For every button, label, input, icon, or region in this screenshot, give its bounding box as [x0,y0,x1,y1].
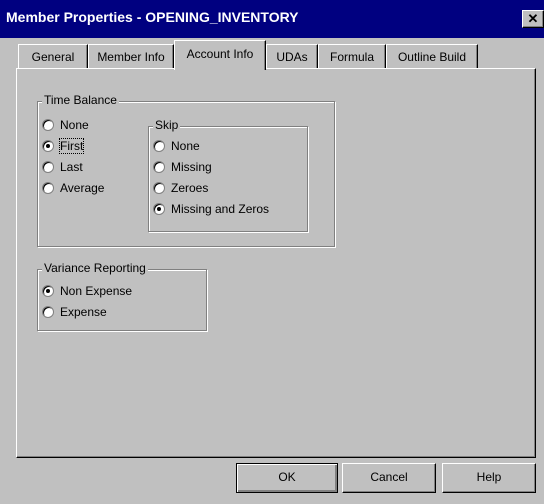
skip-missing-and-zeros-radio[interactable]: Missing and Zeros [153,202,269,216]
radio-label: Average [60,181,105,195]
radio-label: First [58,138,85,154]
skip-missing-radio[interactable]: Missing [153,160,212,174]
variance-reporting-label: Variance Reporting [42,261,148,275]
window-title: Member Properties - OPENING_INVENTORY [6,9,299,25]
radio-label: Zeroes [171,181,209,195]
skip-none-radio[interactable]: None [153,139,200,153]
radio-label: Missing and Zeros [171,202,270,216]
radio-label: Expense [60,305,107,319]
variance-non-expense-radio[interactable]: Non Expense [42,284,132,298]
ok-button[interactable]: OK [236,463,338,493]
radio-icon [42,182,54,194]
radio-icon [153,140,165,152]
title-bar[interactable]: Member Properties - OPENING_INVENTORY ✕ [0,0,544,38]
radio-icon [42,161,54,173]
time-balance-average-radio[interactable]: Average [42,181,104,195]
time-balance-group: Time Balance None First Last Average Ski… [37,93,335,247]
radio-checked-icon [42,140,54,152]
tab-general[interactable]: General [18,44,88,68]
radio-icon [153,182,165,194]
radio-icon [42,119,54,131]
tab-formula[interactable]: Formula [318,44,386,68]
time-balance-none-radio[interactable]: None [42,118,89,132]
close-icon[interactable]: ✕ [522,10,544,28]
variance-expense-radio[interactable]: Expense [42,305,107,319]
radio-label: None [171,139,200,153]
radio-checked-icon [153,203,165,215]
radio-label: Missing [171,160,212,174]
radio-label: Last [60,160,83,174]
time-balance-first-radio[interactable]: First [42,138,85,154]
time-balance-last-radio[interactable]: Last [42,160,83,174]
account-info-panel: Time Balance None First Last Average Ski… [16,68,536,458]
radio-icon [153,161,165,173]
radio-icon [42,306,54,318]
radio-checked-icon [42,285,54,297]
skip-group: Skip None Missing Zeroes Missing and Zer… [148,118,308,232]
cancel-button[interactable]: Cancel [342,463,436,493]
help-button[interactable]: Help [442,463,536,493]
radio-label: None [60,118,89,132]
tab-udas[interactable]: UDAs [266,44,318,68]
time-balance-label: Time Balance [42,93,119,107]
dialog-window: Member Properties - OPENING_INVENTORY ✕ … [0,0,544,504]
radio-label: Non Expense [60,284,133,298]
skip-label: Skip [153,118,181,132]
skip-zeroes-radio[interactable]: Zeroes [153,181,208,195]
tab-member-info[interactable]: Member Info [88,44,174,68]
tab-account-info[interactable]: Account Info [174,40,266,70]
tab-outline-build[interactable]: Outline Build [386,44,478,68]
variance-reporting-group: Variance Reporting Non Expense Expense [37,261,207,331]
